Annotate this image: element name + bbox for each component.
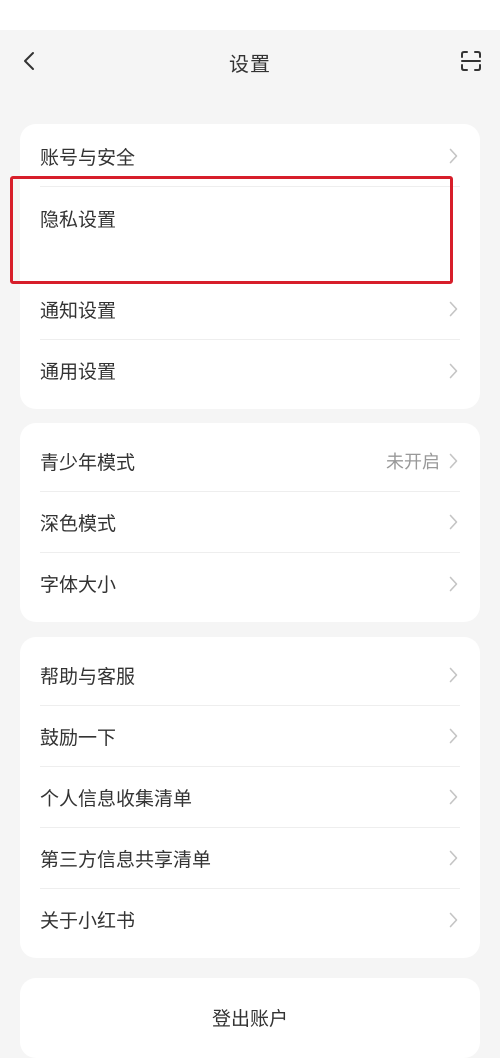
chevron-right-icon [446, 147, 460, 165]
logout-label: 登出账户 [211, 1008, 288, 1030]
settings-item-privacy[interactable]: 隐私设置 [40, 187, 460, 279]
settings-item-help[interactable]: 帮助与客服 [40, 645, 460, 706]
settings-item-label: 隐私设置 [40, 209, 117, 231]
chevron-right-icon [446, 300, 460, 318]
settings-item-label: 通知设置 [40, 299, 117, 322]
logout-button[interactable]: 登出账户 [20, 978, 480, 1058]
chevron-right-icon [446, 849, 460, 867]
settings-item-label: 通用设置 [40, 361, 117, 383]
settings-item-label: 第三方信息共享清单 [40, 848, 212, 871]
settings-item-notification[interactable]: 通知设置 [40, 279, 460, 340]
settings-item-account-security[interactable]: 账号与安全 [40, 126, 460, 187]
settings-item-value: 未开启 [386, 452, 440, 473]
chevron-left-icon [24, 52, 34, 70]
settings-group-account: 账号与安全 隐私设置 通知设置 通用设置 [20, 124, 480, 409]
settings-item-about[interactable]: 关于小红书 [40, 889, 460, 950]
back-button[interactable] [14, 46, 44, 76]
scan-button[interactable] [456, 46, 486, 76]
settings-item-label: 青少年模式 [40, 451, 136, 474]
chevron-right-icon [446, 513, 460, 531]
chevron-right-icon [446, 362, 460, 380]
settings-item-general[interactable]: 通用设置 [40, 340, 460, 401]
settings-group-support: 帮助与客服 鼓励一下 个人信息收集清单 第三方信息共享清单 关于小红书 [20, 637, 480, 958]
navigation-bar: 设置 [0, 30, 500, 94]
settings-item-font-size[interactable]: 字体大小 [40, 553, 460, 614]
chevron-right-icon [446, 666, 460, 684]
settings-item-label: 个人信息收集清单 [40, 787, 193, 810]
settings-group-display: 青少年模式 未开启 深色模式 字体大小 [20, 423, 480, 622]
settings-item-teen-mode[interactable]: 青少年模式 未开启 [40, 431, 460, 492]
status-bar-area [0, 0, 500, 30]
chevron-right-icon [446, 788, 460, 806]
chevron-right-icon [446, 727, 460, 745]
scan-icon [461, 51, 481, 71]
settings-item-label: 关于小红书 [40, 910, 136, 932]
settings-item-third-party-sharing[interactable]: 第三方信息共享清单 [40, 828, 460, 889]
settings-item-dark-mode[interactable]: 深色模式 [40, 492, 460, 553]
settings-item-label: 字体大小 [40, 574, 117, 596]
page-title: 设置 [229, 51, 271, 76]
chevron-right-icon [446, 575, 460, 593]
settings-item-label: 深色模式 [40, 512, 117, 535]
chevron-right-icon [446, 911, 460, 929]
settings-item-encourage[interactable]: 鼓励一下 [40, 706, 460, 767]
settings-item-label: 鼓励一下 [40, 726, 117, 749]
chevron-right-icon [446, 452, 460, 470]
settings-item-label: 账号与安全 [40, 146, 136, 169]
settings-item-label: 帮助与客服 [40, 665, 136, 688]
settings-item-personal-info-list[interactable]: 个人信息收集清单 [40, 767, 460, 828]
